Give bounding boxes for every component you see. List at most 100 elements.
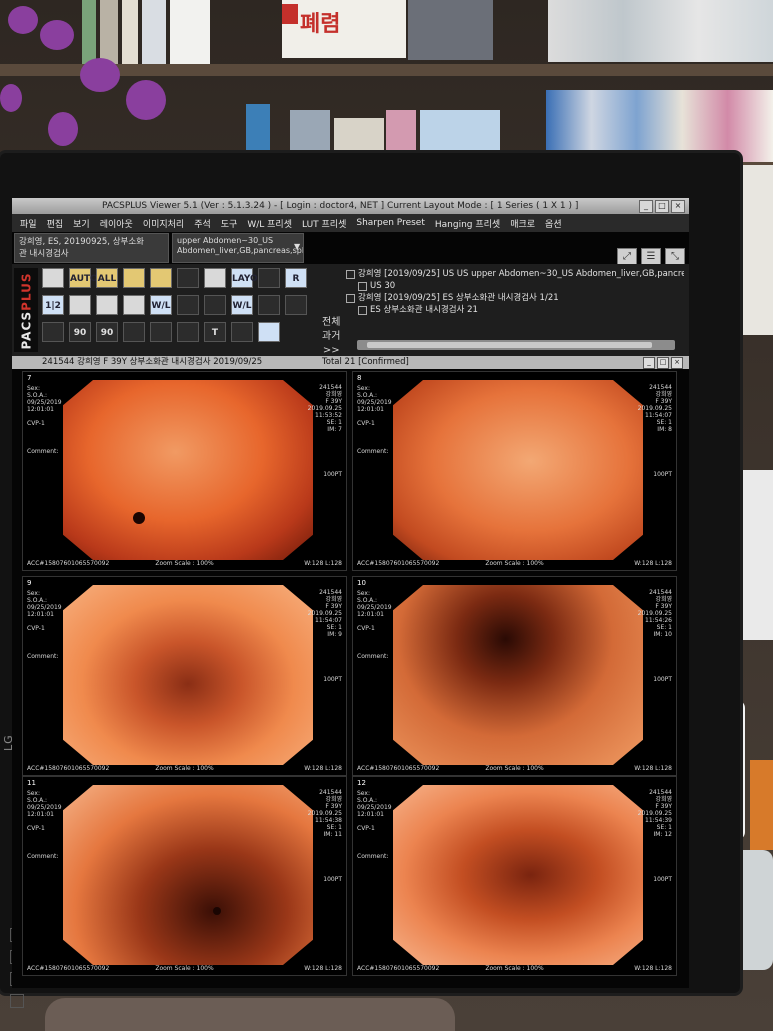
checkbox[interactable] bbox=[346, 294, 355, 303]
accession-number: ACC#15807601065570092 bbox=[357, 765, 440, 772]
arrow-icon[interactable] bbox=[258, 268, 280, 288]
window-icon[interactable] bbox=[42, 268, 64, 288]
close-icon[interactable]: × bbox=[671, 357, 683, 369]
person-icon[interactable] bbox=[96, 295, 118, 315]
close-icon[interactable]: × bbox=[671, 200, 685, 213]
orchid-flower bbox=[40, 20, 74, 50]
select-icon[interactable] bbox=[204, 268, 226, 288]
image-grid: 7 Sex: S.O.A.: 09/25/2019 12:01:01 CVP-1 … bbox=[22, 371, 682, 981]
scale-label: 100PT bbox=[653, 471, 672, 478]
window-level: W:128 L:128 bbox=[634, 765, 672, 772]
menu-hanging-preset[interactable]: Hanging 프리셋 bbox=[435, 217, 500, 230]
checkmark-icon bbox=[282, 4, 298, 24]
study-selector[interactable]: 강희영, ES, 20190925, 상부소화 관 내시경검사 bbox=[14, 233, 169, 263]
monitor-button[interactable] bbox=[10, 994, 24, 1008]
endoscopy-image bbox=[393, 380, 643, 560]
book bbox=[122, 0, 138, 64]
image-number: 11 bbox=[27, 779, 36, 787]
angle-icon[interactable] bbox=[150, 322, 172, 342]
rotate-right-icon[interactable]: 90 bbox=[96, 322, 118, 342]
flip-icon[interactable] bbox=[285, 295, 307, 315]
tree-item[interactable]: 강희영 [2019/09/25] US US upper Abdomen~30_… bbox=[344, 268, 684, 280]
endoscopy-image-panel[interactable]: 11 Sex: S.O.A.: 09/25/2019 12:01:01 CVP-1… bbox=[22, 776, 347, 976]
menu-sharpen-preset[interactable]: Sharpen Preset bbox=[356, 218, 425, 228]
person-icon[interactable] bbox=[69, 295, 91, 315]
image-number: 9 bbox=[27, 579, 32, 587]
chevron-down-icon[interactable]: ▼ bbox=[294, 242, 300, 251]
patient-overlay-right: 241544 강희영 F 39Y 2019.09.25 11:54:07 SE:… bbox=[637, 384, 672, 433]
folder-icon[interactable] bbox=[123, 268, 145, 288]
hand-icon[interactable] bbox=[258, 295, 280, 315]
menu-image-processing[interactable]: 이미지처리 bbox=[143, 217, 184, 230]
past-label[interactable]: 과거 bbox=[322, 330, 340, 344]
checkbox[interactable] bbox=[358, 282, 367, 291]
scale-label: 100PT bbox=[653, 876, 672, 883]
tree-item[interactable]: 강희영 [2019/09/25] ES 상부소화관 내시경검사 1/21 bbox=[344, 292, 684, 304]
ruler-icon[interactable] bbox=[231, 322, 253, 342]
wl-button[interactable]: W/L bbox=[150, 295, 172, 315]
patient-overlay-left: Sex: S.O.A.: 09/25/2019 12:01:01 CVP-1 C… bbox=[357, 385, 392, 455]
zoom-icon[interactable] bbox=[204, 295, 226, 315]
brand-plus: PLUS bbox=[19, 272, 34, 311]
maximize-icon[interactable]: □ bbox=[655, 200, 669, 213]
menu-annotation[interactable]: 주석 bbox=[194, 217, 211, 230]
layout-button[interactable]: LAYOUT bbox=[231, 268, 271, 288]
tree-item[interactable]: US 30 bbox=[344, 280, 684, 292]
all-button[interactable]: ALL bbox=[96, 268, 118, 288]
angle-icon[interactable] bbox=[177, 322, 199, 342]
scrollbar-thumb[interactable] bbox=[367, 342, 652, 348]
menu-edit[interactable]: 편집 bbox=[47, 217, 64, 230]
zoom-icon[interactable] bbox=[177, 295, 199, 315]
minimize-icon[interactable]: _ bbox=[643, 357, 655, 369]
endoscopy-image-panel[interactable]: 9 Sex: S.O.A.: 09/25/2019 12:01:01 CVP-1 … bbox=[22, 576, 347, 776]
endoscopy-image-panel[interactable]: 7 Sex: S.O.A.: 09/25/2019 12:01:01 CVP-1 … bbox=[22, 371, 347, 571]
wl-button[interactable]: W/L bbox=[231, 295, 253, 315]
folder-icon[interactable] bbox=[150, 268, 172, 288]
tree-scrollbar[interactable] bbox=[357, 340, 675, 350]
toolbar: PACSPLUS AUTO ALL LAYOUT R 1|2 W/L W/L 90 90 T 전체… bbox=[12, 264, 689, 356]
study-selector-secondary[interactable]: upper Abdomen~30_US Abdomen_liver,GB,pan… bbox=[172, 233, 304, 263]
menu-options[interactable]: 옵션 bbox=[545, 217, 562, 230]
all-label[interactable]: 전체 bbox=[322, 316, 340, 330]
patient-overlay-right: 241544 강희영 F 39Y 2019.09.25 11:54:07 SE:… bbox=[307, 589, 342, 638]
checkbox[interactable] bbox=[346, 270, 355, 279]
rotate-left-icon[interactable]: 90 bbox=[69, 322, 91, 342]
r-icon[interactable]: R bbox=[285, 268, 307, 288]
book bbox=[170, 0, 210, 64]
figure-icon[interactable] bbox=[258, 322, 280, 342]
auto-button[interactable]: AUTO bbox=[69, 268, 98, 288]
maximize-icon[interactable]: □ bbox=[657, 357, 669, 369]
menu-tools[interactable]: 도구 bbox=[221, 217, 238, 230]
endoscopy-image-panel[interactable]: 10 Sex: S.O.A.: 09/25/2019 12:01:01 CVP-1… bbox=[352, 576, 677, 776]
screen: PACSPLUS Viewer 5.1 (Ver : 5.1.3.24 ) - … bbox=[12, 198, 689, 988]
list-icon[interactable] bbox=[42, 322, 64, 342]
poster-sign: 폐렴 bbox=[282, 0, 406, 58]
wl-icon[interactable] bbox=[123, 295, 145, 315]
tree-item[interactable]: ES 상부소화관 내시경검사 21 bbox=[344, 304, 684, 316]
orchid-flower bbox=[48, 112, 78, 146]
pointer-icon[interactable] bbox=[177, 268, 199, 288]
endoscopy-image-panel[interactable]: 12 Sex: S.O.A.: 09/25/2019 12:01:01 CVP-1… bbox=[352, 776, 677, 976]
scale-label: 100PT bbox=[653, 676, 672, 683]
patient-overlay-right: 241544 강희영 F 39Y 2019.09.25 11:54:39 SE:… bbox=[637, 789, 672, 838]
series-window-controls: _ □ × bbox=[643, 357, 683, 369]
minimize-icon[interactable]: _ bbox=[639, 200, 653, 213]
menu-lut-preset[interactable]: LUT 프리셋 bbox=[302, 217, 346, 230]
split-icon[interactable]: 1|2 bbox=[42, 295, 64, 315]
line-icon[interactable] bbox=[123, 322, 145, 342]
zoom-scale: Zoom Scale : 100% bbox=[155, 765, 214, 772]
menu-file[interactable]: 파일 bbox=[20, 217, 37, 230]
text-icon[interactable]: T bbox=[204, 322, 226, 342]
endoscopy-image bbox=[63, 380, 313, 560]
poster-photo bbox=[408, 0, 493, 60]
endoscopy-image-panel[interactable]: 8 Sex: S.O.A.: 09/25/2019 12:01:01 CVP-1 … bbox=[352, 371, 677, 571]
series-status: Total 21 [Confirmed] bbox=[322, 357, 409, 367]
book bbox=[142, 0, 166, 64]
menu-wl-preset[interactable]: W/L 프리셋 bbox=[247, 217, 292, 230]
menu-view[interactable]: 보기 bbox=[73, 217, 90, 230]
tree-item-label: 강희영 [2019/09/25] US US upper Abdomen~30_… bbox=[358, 269, 684, 279]
zoom-scale: Zoom Scale : 100% bbox=[155, 560, 214, 567]
menu-layout[interactable]: 레이아웃 bbox=[100, 217, 133, 230]
checkbox[interactable] bbox=[358, 306, 367, 315]
menu-macro[interactable]: 매크로 bbox=[510, 217, 535, 230]
